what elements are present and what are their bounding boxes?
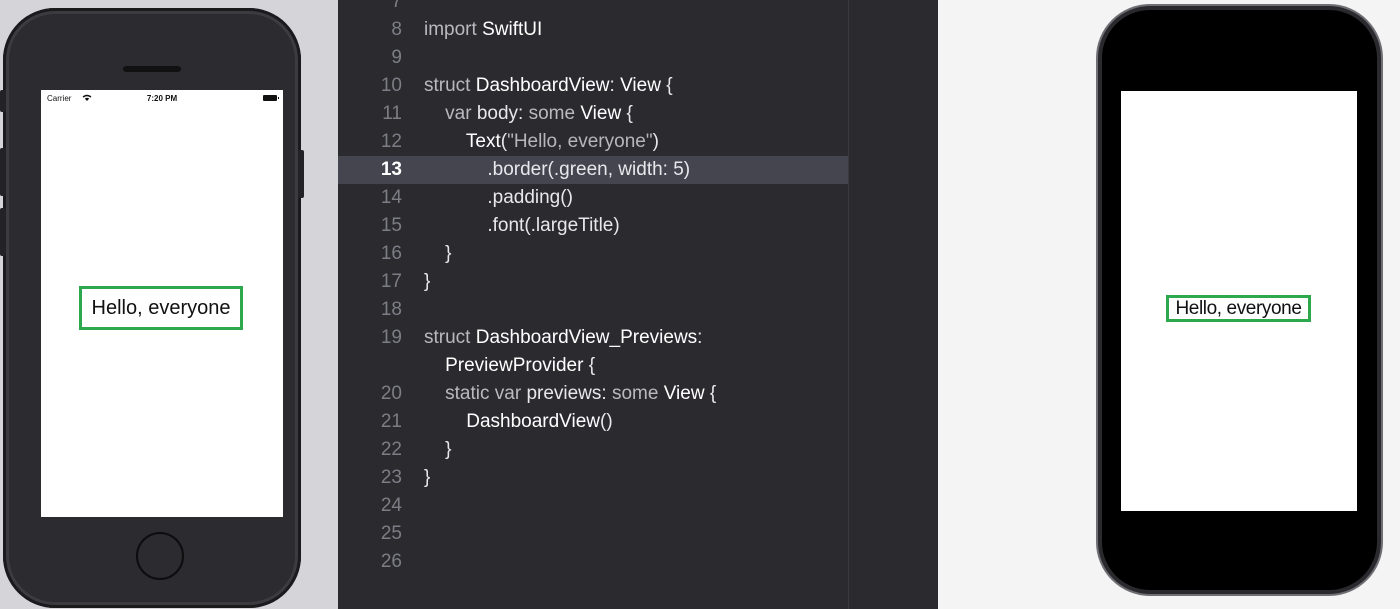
status-bar: Carrier 7:20 PM	[41, 90, 283, 106]
line-number[interactable]: 15	[338, 212, 402, 240]
line-number[interactable]: 14	[338, 184, 402, 212]
line-number[interactable]: 8	[338, 16, 402, 44]
code-line[interactable]: 24	[338, 492, 938, 520]
line-number[interactable]: 7	[338, 0, 402, 16]
line-number[interactable]: 22	[338, 436, 402, 464]
code-text[interactable]: static var previews: some View {	[424, 380, 716, 408]
preview-canvas: Hello, everyone	[938, 0, 1400, 609]
volume-up-button[interactable]	[0, 148, 6, 196]
line-number[interactable]: 23	[338, 464, 402, 492]
line-number[interactable]: 18	[338, 296, 402, 324]
line-number[interactable]: 25	[338, 520, 402, 548]
code-text[interactable]: Text("Hello, everyone")	[424, 128, 659, 156]
code-text[interactable]: }	[424, 464, 430, 492]
line-number[interactable]: 16	[338, 240, 402, 268]
preview-device: Hello, everyone	[1102, 10, 1377, 590]
line-number[interactable]: 19	[338, 324, 402, 352]
status-time: 7:20 PM	[146, 94, 178, 103]
earpiece-speaker	[123, 66, 181, 72]
code-text[interactable]: import SwiftUI	[424, 16, 542, 44]
code-text[interactable]: .padding()	[424, 184, 573, 212]
home-button[interactable]	[136, 532, 184, 580]
code-line[interactable]: 8 import SwiftUI	[338, 16, 938, 44]
code-text[interactable]: var body: some View {	[424, 100, 633, 128]
battery-icon	[263, 95, 279, 101]
code-line[interactable]: 18	[338, 296, 938, 324]
code-line[interactable]: 10 struct DashboardView: View {	[338, 72, 938, 100]
code-text[interactable]: DashboardView()	[424, 408, 612, 436]
code-line[interactable]: 20 static var previews: some View {	[338, 380, 938, 408]
code-text[interactable]: }	[424, 268, 430, 296]
volume-down-button[interactable]	[0, 208, 6, 256]
code-line[interactable]: 17}	[338, 268, 938, 296]
preview-screen: Hello, everyone	[1121, 91, 1357, 511]
code-editor[interactable]: 7 8 import SwiftUI 9 10 struct DashboardView:…	[338, 0, 938, 609]
code-line[interactable]: 13 .border(.green, width: 5)	[338, 156, 848, 184]
code-line[interactable]: 7	[338, 0, 938, 16]
code-text[interactable]: .font(.largeTitle)	[424, 212, 619, 240]
line-number[interactable]: 24	[338, 492, 402, 520]
code-text[interactable]: .border(.green, width: 5)	[424, 156, 690, 184]
line-number[interactable]: 11	[338, 100, 402, 128]
code-line[interactable]: 21 DashboardView()	[338, 408, 938, 436]
code-line[interactable]: 16 }	[338, 240, 938, 268]
code-text[interactable]: }	[424, 436, 451, 464]
line-number[interactable]: 26	[338, 548, 402, 576]
code-line[interactable]: 23}	[338, 464, 938, 492]
line-number[interactable]: 20	[338, 380, 402, 408]
line-number[interactable]: 9	[338, 44, 402, 72]
code-line[interactable]: 25	[338, 520, 938, 548]
line-number[interactable]: 21	[338, 408, 402, 436]
line-number[interactable]: 10	[338, 72, 402, 100]
code-line[interactable]: 19 struct DashboardView_Previews:	[338, 324, 938, 352]
code-line[interactable]: PreviewProvider {	[338, 352, 938, 380]
code-text[interactable]: struct DashboardView: View {	[424, 72, 673, 100]
preview-hello-text: Hello, everyone	[1166, 295, 1311, 322]
code-line[interactable]: 14 .padding()	[338, 184, 938, 212]
power-button[interactable]	[298, 150, 304, 198]
mute-switch[interactable]	[0, 90, 6, 112]
simulator-screen[interactable]: Carrier 7:20 PM Hello, everyone	[41, 90, 283, 517]
code-line[interactable]: 15 .font(.largeTitle)	[338, 212, 938, 240]
line-number[interactable]: 12	[338, 128, 402, 156]
code-line[interactable]: 12 Text("Hello, everyone")	[338, 128, 938, 156]
code-line[interactable]: 9	[338, 44, 938, 72]
line-number[interactable]: 13	[338, 156, 402, 184]
code-text[interactable]: struct DashboardView_Previews:	[424, 324, 702, 352]
simulator-panel: Carrier 7:20 PM Hello, everyone	[0, 0, 338, 609]
code-text[interactable]: }	[424, 240, 451, 268]
code-text[interactable]: PreviewProvider {	[424, 352, 595, 380]
simulator-device: Carrier 7:20 PM Hello, everyone	[0, 8, 304, 608]
line-number[interactable]: 17	[338, 268, 402, 296]
code-line[interactable]: 26	[338, 548, 938, 576]
code-line[interactable]: 11 var body: some View {	[338, 100, 938, 128]
hello-text-view: Hello, everyone	[79, 286, 243, 330]
code-line[interactable]: 22 }	[338, 436, 938, 464]
